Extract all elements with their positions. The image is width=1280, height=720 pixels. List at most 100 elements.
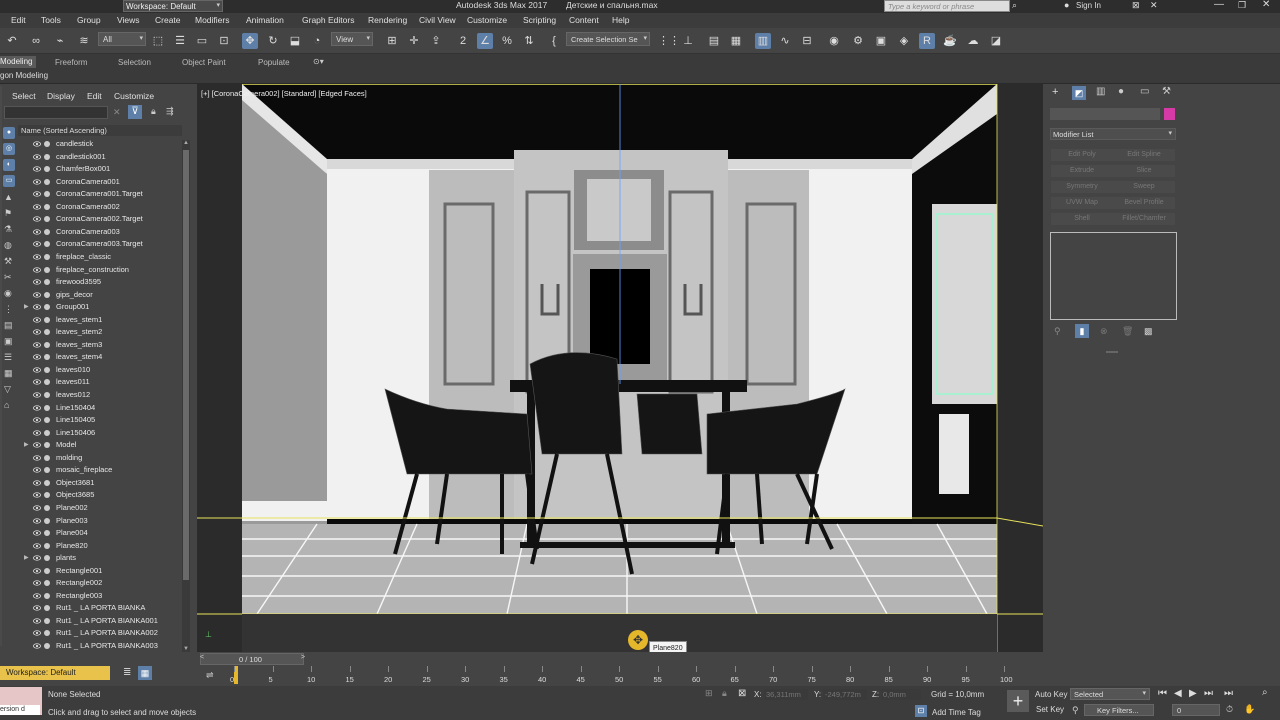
list-item[interactable]: CoronaCamera003.Target — [0, 238, 180, 250]
eye-icon[interactable] — [33, 240, 41, 248]
tab-modeling[interactable]: Modeling — [0, 56, 36, 68]
freeze-icon[interactable] — [44, 492, 50, 499]
maxscript-input[interactable]: ersion d — [0, 705, 40, 715]
eye-icon[interactable] — [33, 567, 41, 575]
eye-icon[interactable] — [33, 504, 41, 512]
menu-customize[interactable]: Customize — [467, 15, 507, 25]
time-configuration-icon[interactable]: ⏱ — [1226, 704, 1233, 715]
freeze-icon[interactable] — [44, 530, 50, 537]
select-manipulate-icon[interactable]: ✛ — [406, 33, 422, 49]
eye-icon[interactable] — [33, 642, 41, 650]
select-object-icon[interactable]: ⬚ — [150, 33, 166, 49]
key-filters-button[interactable]: Key Filters... — [1084, 704, 1154, 716]
list-item[interactable]: Object3685 — [0, 489, 180, 501]
exchange-icon[interactable]: ✕ — [1150, 0, 1158, 11]
window-crossing-icon[interactable]: ⊡ — [216, 33, 232, 49]
list-item[interactable]: ChamferBox001 — [0, 163, 180, 175]
selection-filter-dropdown[interactable]: All ▾ — [98, 32, 146, 46]
eye-icon[interactable] — [33, 391, 41, 399]
show-end-result-icon[interactable]: ▮ — [1075, 324, 1089, 338]
freeze-icon[interactable] — [44, 329, 50, 336]
list-item[interactable]: ▶ plants — [0, 552, 180, 564]
eye-icon[interactable] — [33, 353, 41, 361]
list-item[interactable]: leaves010 — [0, 364, 180, 376]
select-by-name-icon[interactable]: ☰ — [172, 33, 188, 49]
workspace-dropdown[interactable]: Workspace: Default ▾ — [123, 0, 223, 12]
eye-icon[interactable] — [33, 378, 41, 386]
maxscript-listener[interactable]: ersion d — [0, 687, 42, 715]
eye-icon[interactable] — [33, 542, 41, 550]
eye-icon[interactable] — [33, 592, 41, 600]
eye-icon[interactable] — [33, 416, 41, 424]
menu-create[interactable]: Create — [155, 15, 181, 25]
named-selection-set-dropdown[interactable]: Create Selection Se ▾ — [566, 32, 650, 46]
bevel-profile-button[interactable]: Bevel Profile — [1113, 197, 1175, 209]
eye-icon[interactable] — [33, 554, 41, 562]
freeze-icon[interactable] — [44, 354, 50, 361]
freeze-icon[interactable] — [44, 153, 50, 160]
list-item[interactable]: Object3681 — [0, 477, 180, 489]
time-tag-icon[interactable]: ⊡ — [915, 705, 927, 717]
y-coordinate-field[interactable]: -249,772m — [823, 689, 867, 700]
make-unique-icon[interactable]: ⊗ — [1100, 326, 1108, 337]
next-key-icon[interactable]: ⏭ — [1204, 688, 1213, 699]
workspace-bar[interactable]: Workspace: Default — [0, 666, 110, 680]
render-production-icon[interactable]: ◈ — [896, 33, 912, 49]
utilities-tab-icon[interactable]: ⚒ — [1162, 86, 1171, 97]
eye-icon[interactable] — [33, 517, 41, 525]
list-item[interactable]: CoronaCamera001 — [0, 176, 180, 188]
list-item[interactable]: fireplace_construction — [0, 264, 180, 276]
reference-coordinate-dropdown[interactable]: View ▾ — [331, 32, 373, 46]
eye-icon[interactable] — [33, 341, 41, 349]
play-icon[interactable]: ▶ — [1189, 688, 1197, 699]
current-frame-field[interactable]: 0 — [1172, 704, 1220, 716]
rectangular-selection-icon[interactable]: ▭ — [194, 33, 210, 49]
sweep-button[interactable]: Sweep — [1113, 181, 1175, 193]
list-item[interactable]: gips_decor — [0, 289, 180, 301]
create-tab-icon[interactable]: + — [1052, 86, 1058, 98]
spinner-snap-icon[interactable]: ⇅ — [521, 33, 537, 49]
layer-manager-icon[interactable]: ▤ — [706, 33, 722, 49]
list-item[interactable]: Rectangle002 — [0, 577, 180, 589]
x-coordinate-field[interactable]: 36,311mm — [764, 689, 808, 700]
absolute-mode-icon[interactable]: ⊠ — [738, 688, 746, 699]
list-item[interactable]: Line150405 — [0, 414, 180, 426]
binoculars-icon[interactable]: ⌕ — [1012, 0, 1017, 11]
symmetry-button[interactable]: Symmetry — [1051, 181, 1113, 193]
freeze-icon[interactable] — [44, 467, 50, 474]
explorer-search-input[interactable] — [4, 106, 108, 119]
freeze-icon[interactable] — [44, 191, 50, 198]
pan-icon[interactable]: ✋ — [1244, 704, 1255, 715]
edit-named-selection-icon[interactable]: { — [546, 33, 562, 49]
isolate-selection-icon[interactable]: ⊞ — [705, 688, 713, 699]
menu-scripting[interactable]: Scripting — [523, 15, 556, 25]
list-item[interactable]: leaves012 — [0, 389, 180, 401]
menu-civil-view[interactable]: Civil View — [419, 15, 456, 25]
hierarchy-tab-icon[interactable]: ▥ — [1096, 86, 1105, 97]
freeze-icon[interactable] — [44, 279, 50, 286]
freeze-icon[interactable] — [44, 341, 50, 348]
eye-icon[interactable] — [33, 316, 41, 324]
slice-button[interactable]: Slice — [1113, 165, 1175, 177]
freeze-icon[interactable] — [44, 630, 50, 637]
list-item[interactable]: leaves_stem3 — [0, 339, 180, 351]
eye-icon[interactable] — [33, 491, 41, 499]
freeze-icon[interactable] — [44, 203, 50, 210]
freeze-icon[interactable] — [44, 291, 50, 298]
list-item[interactable]: Rut1 _ LA PORTA BIANKA001 — [0, 615, 180, 627]
layers-icon[interactable]: ≣ — [123, 667, 131, 678]
angle-snap-icon[interactable]: ∠ — [477, 33, 493, 49]
freeze-icon[interactable] — [44, 178, 50, 185]
rotate-icon[interactable]: ↻ — [265, 33, 281, 49]
explorer-menu-edit[interactable]: Edit — [87, 91, 102, 101]
freeze-icon[interactable] — [44, 542, 50, 549]
freeze-icon[interactable] — [44, 429, 50, 436]
freeze-icon[interactable] — [44, 141, 50, 147]
extrude-button[interactable]: Extrude — [1051, 165, 1113, 177]
mirror-icon[interactable]: ⋮⋮ — [658, 33, 680, 49]
scroll-up-icon[interactable]: ▲ — [183, 140, 189, 146]
freeze-icon[interactable] — [44, 417, 50, 424]
list-item[interactable]: CoronaCamera001.Target — [0, 188, 180, 200]
list-item[interactable]: Rectangle001 — [0, 565, 180, 577]
eye-icon[interactable] — [33, 466, 41, 474]
